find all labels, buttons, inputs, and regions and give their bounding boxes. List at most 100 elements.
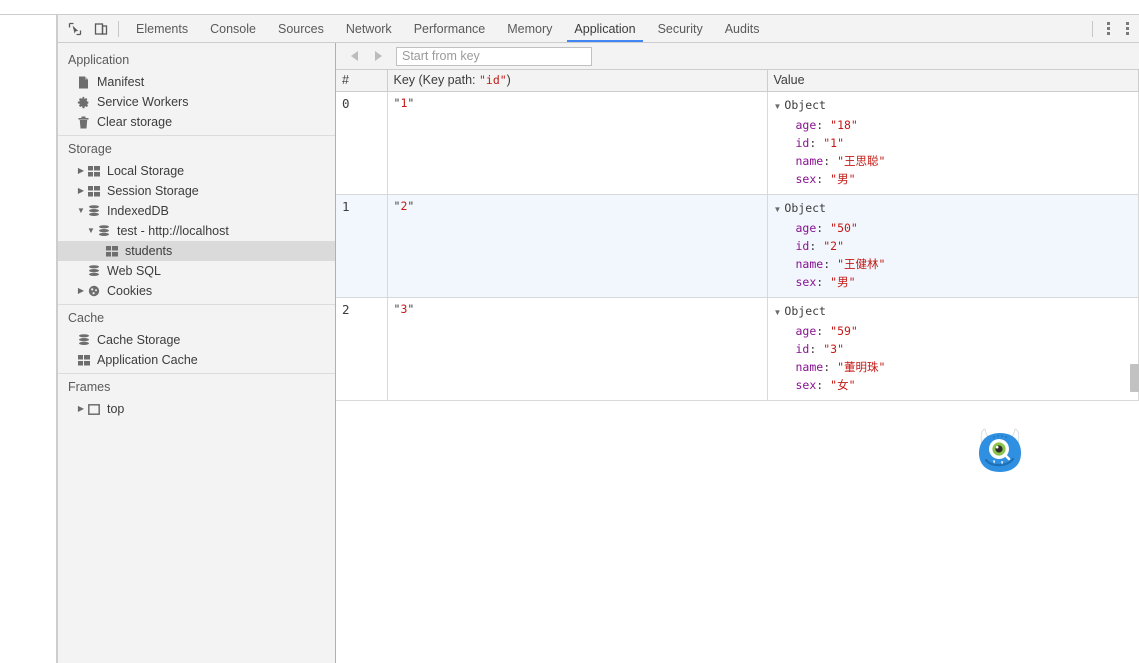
chevron-right-icon[interactable]: ▶ bbox=[76, 167, 86, 175]
property-name: age bbox=[795, 117, 817, 132]
sidebar-divider bbox=[58, 135, 335, 136]
row-value: ▼ Object age: "50" id: "2" name: "王健林" se… bbox=[767, 194, 1139, 298]
sidebar-item-manifest[interactable]: Manifest bbox=[58, 72, 335, 92]
sidebar-divider bbox=[58, 373, 335, 374]
chevron-right-icon[interactable]: ▶ bbox=[76, 187, 86, 195]
chevron-right-icon[interactable]: ▶ bbox=[76, 287, 86, 295]
sidebar-item-web-sql[interactable]: ▶ Web SQL bbox=[58, 261, 335, 281]
sidebar-item-frame-top[interactable]: ▶ top bbox=[58, 399, 335, 419]
sidebar-item-local-storage[interactable]: ▶ Local Storage bbox=[58, 161, 335, 181]
sidebar-item-indexeddb[interactable]: ▼ IndexedDB bbox=[58, 201, 335, 221]
tab-console[interactable]: Console bbox=[199, 15, 267, 42]
start-from-key-input[interactable] bbox=[396, 46, 592, 66]
tab-label: Sources bbox=[277, 21, 324, 36]
frame-icon bbox=[86, 403, 101, 415]
database-icon bbox=[96, 225, 111, 237]
tab-label: Performance bbox=[413, 21, 486, 36]
table-icon bbox=[86, 185, 101, 197]
inspect-cursor-icon[interactable] bbox=[62, 17, 88, 41]
table-row[interactable]: 0 "1" ▼ Object age: "18" id: "1" name: "… bbox=[336, 91, 1139, 195]
property-value: "王健林" bbox=[837, 256, 886, 271]
tab-application[interactable]: Application bbox=[563, 15, 646, 42]
chevron-down-icon[interactable]: ▼ bbox=[774, 308, 782, 317]
sidebar-item-application-cache[interactable]: Application Cache bbox=[58, 350, 335, 370]
column-header-index[interactable]: # bbox=[336, 70, 388, 92]
sidebar-item-objectstore-students[interactable]: students bbox=[58, 241, 335, 261]
sidebar-item-database-test[interactable]: ▼ test - http://localhost bbox=[58, 221, 335, 241]
tab-label: Network bbox=[345, 21, 392, 36]
more-options-overflow-icon[interactable] bbox=[1118, 22, 1137, 35]
property-value: "18" bbox=[830, 117, 858, 132]
sidebar-item-label: IndexedDB bbox=[107, 204, 169, 218]
sidebar-section-application-title: Application bbox=[68, 53, 130, 67]
tab-label: Console bbox=[210, 21, 256, 36]
tab-security[interactable]: Security bbox=[647, 15, 714, 42]
arrow-left-icon[interactable] bbox=[342, 46, 366, 66]
object-property: id: "1" bbox=[795, 135, 845, 150]
sidebar-item-service-workers[interactable]: Service Workers bbox=[58, 92, 335, 112]
chevron-down-icon[interactable]: ▼ bbox=[86, 227, 96, 235]
object-header[interactable]: ▼ Object bbox=[774, 302, 1139, 322]
property-value: "男" bbox=[830, 171, 856, 186]
vertical-scrollbar-thumb[interactable] bbox=[1130, 364, 1139, 392]
key-column-suffix: ) bbox=[506, 73, 511, 88]
table-header-row: # Key (Key path: "id") Value bbox=[336, 70, 1139, 92]
database-icon bbox=[86, 205, 101, 217]
objectstore-toolbar bbox=[336, 43, 1139, 70]
chevron-right-icon[interactable]: ▶ bbox=[76, 405, 86, 413]
row-value: ▼ Object age: "59" id: "3" name: "董明珠" se… bbox=[767, 297, 1139, 401]
property-value: "王思聪" bbox=[837, 153, 886, 168]
chevron-down-icon[interactable]: ▼ bbox=[76, 207, 86, 215]
object-label: Object bbox=[784, 303, 826, 318]
table-row[interactable]: 1 "2" ▼ Object age: "50" id: "2" name: "… bbox=[336, 194, 1139, 298]
database-icon bbox=[86, 265, 101, 277]
property-value: "1" bbox=[823, 135, 844, 150]
property-name: sex bbox=[795, 377, 817, 392]
row-key: "3" bbox=[387, 297, 768, 401]
sidebar-item-cookies[interactable]: ▶ Cookies bbox=[58, 281, 335, 301]
tab-network[interactable]: Network bbox=[335, 15, 403, 42]
arrow-right-icon[interactable] bbox=[366, 46, 390, 66]
tab-sources[interactable]: Sources bbox=[267, 15, 335, 42]
sidebar-item-clear-storage[interactable]: Clear storage bbox=[58, 112, 335, 132]
tab-performance[interactable]: Performance bbox=[403, 15, 497, 42]
object-property: age: "18" bbox=[795, 117, 858, 132]
table-icon bbox=[104, 245, 119, 257]
row-index: 0 bbox=[336, 91, 388, 195]
tab-audits[interactable]: Audits bbox=[714, 15, 771, 42]
tab-memory[interactable]: Memory bbox=[496, 15, 563, 42]
sidebar-section-storage-title: Storage bbox=[68, 142, 112, 156]
property-name: name bbox=[795, 359, 824, 374]
sidebar-item-session-storage[interactable]: ▶ Session Storage bbox=[58, 181, 335, 201]
object-property: sex: "男" bbox=[795, 274, 856, 289]
chevron-down-icon[interactable]: ▼ bbox=[774, 205, 782, 214]
column-header-value[interactable]: Value bbox=[767, 70, 1139, 92]
table-row[interactable]: 2 "3" ▼ Object age: "59" id: "3" name: "… bbox=[336, 297, 1139, 401]
sidebar-item-label: Cookies bbox=[107, 284, 153, 298]
object-header[interactable]: ▼ Object bbox=[774, 199, 1139, 219]
object-property: name: "王思聪" bbox=[795, 153, 886, 168]
tab-label: Memory bbox=[507, 21, 553, 36]
objectstore-data-grid[interactable]: # Key (Key path: "id") Value 0 "1" ▼ Obj… bbox=[336, 70, 1139, 663]
sidebar-item-label: Service Workers bbox=[97, 95, 189, 109]
more-options-icon[interactable] bbox=[1099, 22, 1118, 35]
property-value: "3" bbox=[823, 341, 844, 356]
object-header[interactable]: ▼ Object bbox=[774, 96, 1139, 116]
document-icon bbox=[76, 76, 91, 89]
toolbar-divider-right bbox=[1092, 20, 1093, 37]
sidebar-item-label: Cache Storage bbox=[97, 333, 181, 347]
chevron-down-icon[interactable]: ▼ bbox=[774, 102, 782, 111]
row-index: 1 bbox=[336, 194, 388, 298]
column-header-key[interactable]: Key (Key path: "id") bbox=[387, 70, 768, 92]
sidebar-divider bbox=[58, 304, 335, 305]
toolbar-right-group bbox=[1086, 15, 1137, 42]
sidebar-item-cache-storage[interactable]: Cache Storage bbox=[58, 330, 335, 350]
key-path-name: "id" bbox=[478, 73, 507, 88]
tab-elements[interactable]: Elements bbox=[125, 15, 199, 42]
object-property: name: "王健林" bbox=[795, 256, 886, 271]
object-property: id: "3" bbox=[795, 341, 845, 356]
sidebar-item-label: Manifest bbox=[97, 75, 145, 89]
object-property: sex: "女" bbox=[795, 377, 856, 392]
sidebar-section-cache-title: Cache bbox=[68, 311, 105, 325]
device-toolbar-icon[interactable] bbox=[88, 17, 114, 41]
